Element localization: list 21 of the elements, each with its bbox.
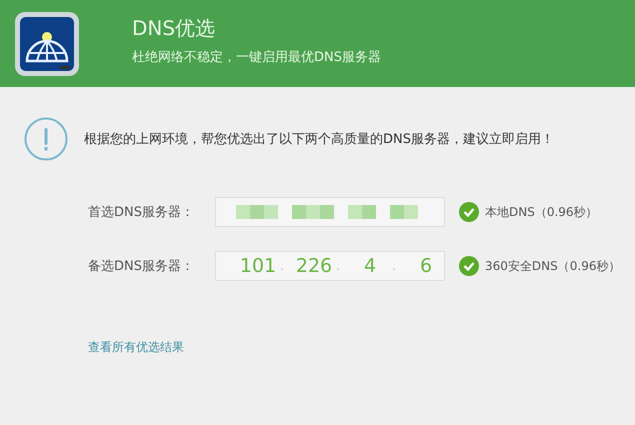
- dns-status: 360安全DNS（0.96秒）: [485, 258, 620, 274]
- dns-status: 本地DNS（0.96秒）: [485, 204, 598, 220]
- dns-label: 首选DNS服务器：: [88, 204, 195, 221]
- dns-address-field[interactable]: [215, 197, 445, 227]
- check-icon: [459, 256, 479, 276]
- info-exclamation-icon: [24, 117, 68, 161]
- app-subtitle: 杜绝网络不稳定，一键启用最优DNS服务器: [132, 49, 381, 66]
- octet-separator: .: [336, 259, 341, 273]
- dns-label: 备选DNS服务器：: [88, 258, 195, 275]
- app-title: DNS优选: [132, 15, 216, 42]
- dns-address-field[interactable]: 101 . 226 . 4 . 6: [215, 251, 445, 281]
- ip-octet: 4: [362, 255, 378, 277]
- ip-octet: 226: [294, 255, 334, 277]
- check-icon: [459, 202, 479, 222]
- globe-app-icon: [14, 10, 80, 76]
- ip-octet: 101: [238, 255, 278, 277]
- notice-text: 根据您的上网环境，帮您优选出了以下两个高质量的DNS服务器，建议立即启用！: [84, 131, 554, 148]
- octet-separator: .: [392, 259, 397, 273]
- octet-separator: .: [280, 259, 285, 273]
- view-results-link[interactable]: 查看所有优选结果: [88, 339, 184, 356]
- ip-octet: 6: [418, 255, 434, 277]
